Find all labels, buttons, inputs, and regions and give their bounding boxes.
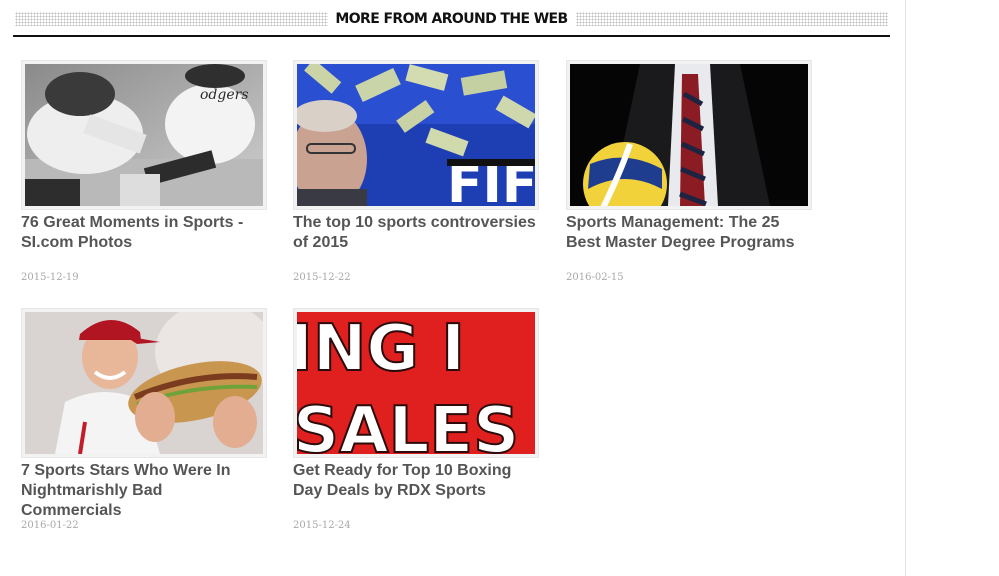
sidebar-divider bbox=[905, 0, 906, 576]
article-date: 2015-12-22 bbox=[293, 272, 351, 283]
sales-sign-photo: ING I SALES bbox=[297, 312, 535, 454]
article-card[interactable]: FIF The top 10 sports controversies of 2… bbox=[293, 60, 539, 283]
baseball-slide-photo: odgers bbox=[25, 64, 263, 206]
article-thumbnail[interactable]: ING I SALES bbox=[293, 308, 539, 458]
suit-volleyball-photo bbox=[570, 64, 808, 206]
widget-header: More from around the web bbox=[13, 10, 890, 37]
article-title[interactable]: The top 10 sports controversies of 2015 bbox=[293, 213, 539, 253]
svg-text:odgers: odgers bbox=[200, 87, 249, 103]
article-thumbnail[interactable] bbox=[566, 60, 812, 210]
player-sandwich-photo bbox=[25, 312, 263, 454]
article-card[interactable]: odgers 76 Great Moments in Sports - SI.c… bbox=[21, 60, 267, 283]
svg-text:SALES: SALES bbox=[297, 394, 519, 454]
article-thumbnail[interactable]: FIF bbox=[293, 60, 539, 210]
article-date: 2016-01-22 bbox=[21, 520, 79, 531]
article-thumbnail[interactable] bbox=[21, 308, 267, 458]
more-from-web-widget: More from around the web bbox=[13, 10, 890, 37]
article-date: 2015-12-24 bbox=[293, 520, 351, 531]
article-card[interactable]: 7 Sports Stars Who Were In Nightmarishly… bbox=[21, 308, 267, 531]
article-title[interactable]: 7 Sports Stars Who Were In Nightmarishly… bbox=[21, 461, 267, 521]
article-date: 2016-02-15 bbox=[566, 272, 624, 283]
article-title[interactable]: Sports Management: The 25 Best Master De… bbox=[566, 213, 812, 253]
widget-heading: More from around the web bbox=[327, 10, 576, 28]
svg-text:ING I: ING I bbox=[297, 312, 465, 386]
article-thumbnail[interactable]: odgers bbox=[21, 60, 267, 210]
fifa-money-photo: FIF bbox=[297, 64, 535, 206]
article-title[interactable]: Get Ready for Top 10 Boxing Day Deals by… bbox=[293, 461, 539, 501]
article-card[interactable]: Sports Management: The 25 Best Master De… bbox=[566, 60, 812, 283]
article-date: 2015-12-19 bbox=[21, 272, 79, 283]
article-title[interactable]: 76 Great Moments in Sports - SI.com Phot… bbox=[21, 213, 267, 253]
article-card[interactable]: ING I SALES Get Ready for Top 10 Boxing … bbox=[293, 308, 539, 531]
